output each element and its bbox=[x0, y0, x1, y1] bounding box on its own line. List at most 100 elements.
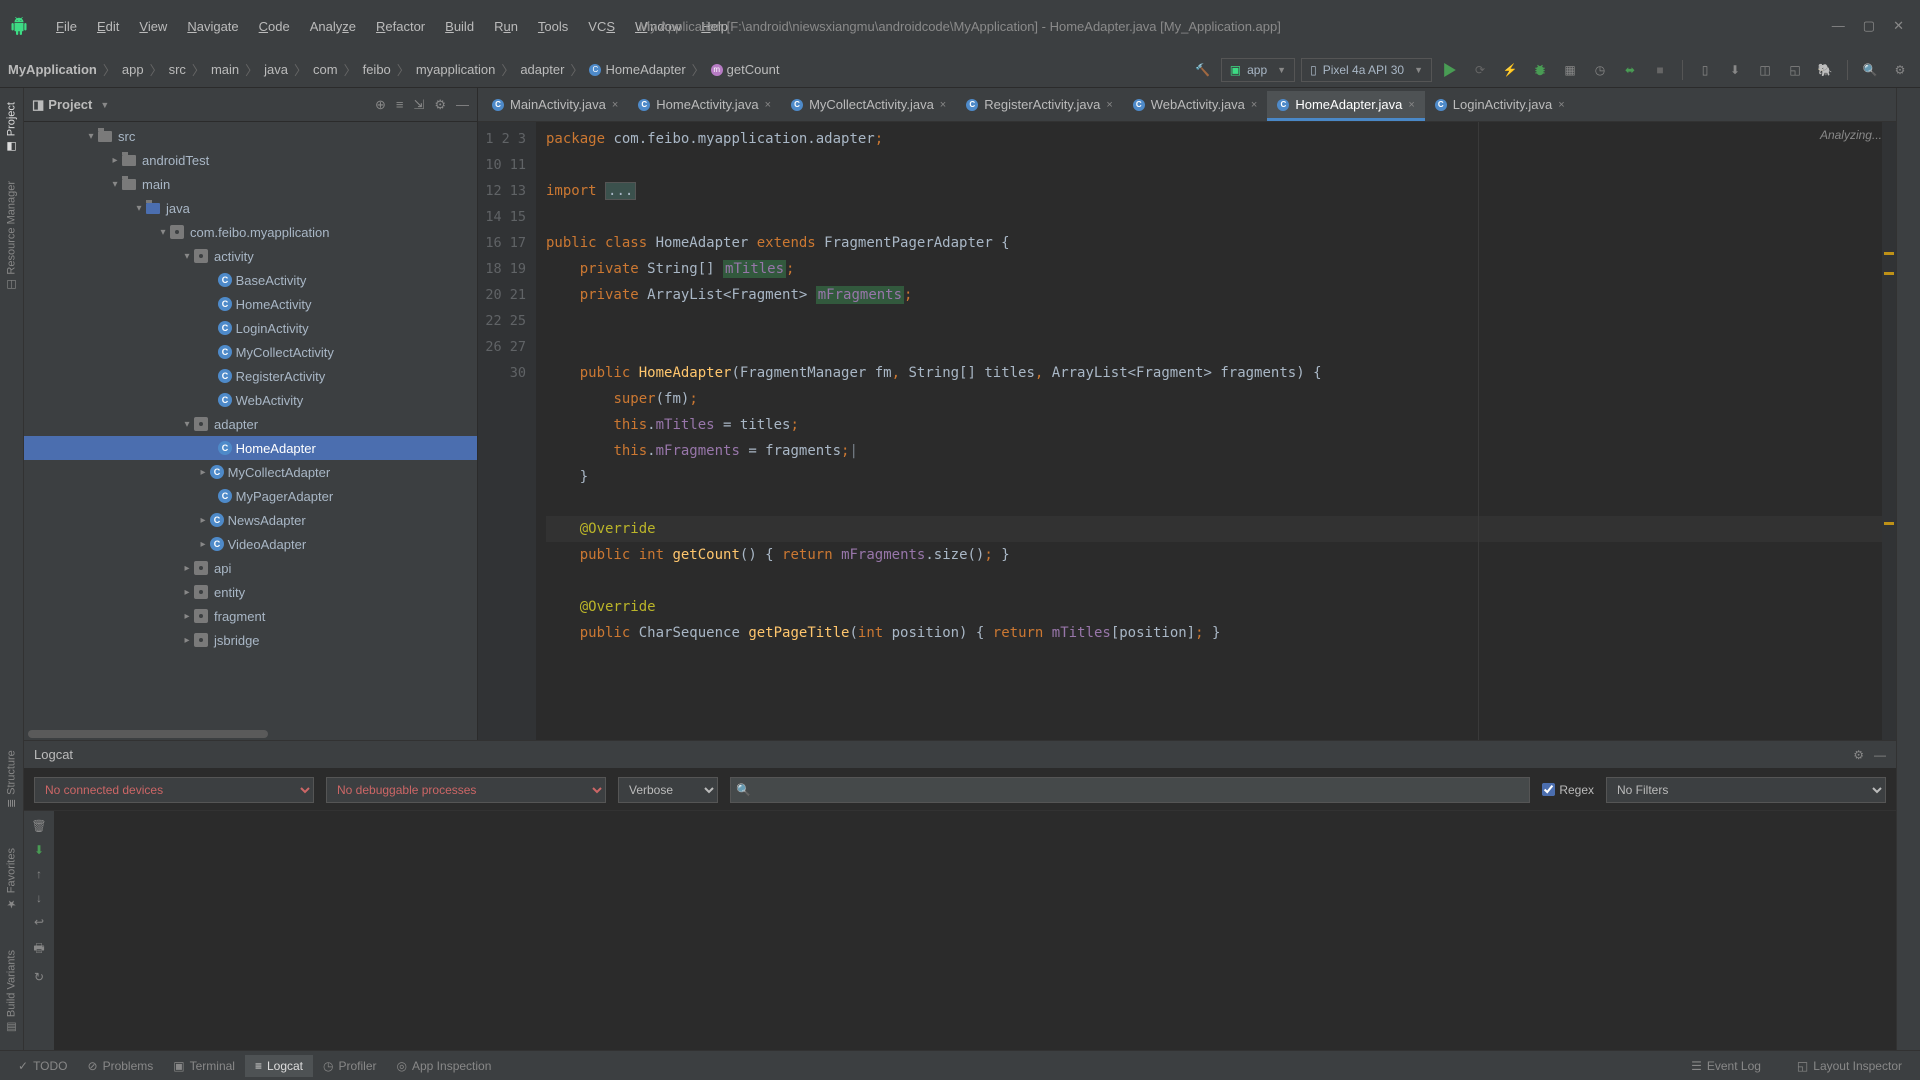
tab-registeractivity[interactable]: CRegisterActivity.java× bbox=[956, 91, 1123, 121]
print-icon[interactable]: 🖶 bbox=[33, 939, 44, 960]
sync-gradle-icon[interactable]: 🐘 bbox=[1813, 58, 1837, 82]
log-level-dropdown[interactable]: Verbose bbox=[618, 777, 718, 803]
menu-file[interactable]: File bbox=[46, 15, 87, 38]
tree-class-baseactivity[interactable]: C BaseActivity bbox=[24, 268, 477, 292]
collapse-all-icon[interactable]: ⇲ bbox=[413, 97, 424, 113]
tree-folder-main[interactable]: ▾main bbox=[24, 172, 477, 196]
tree-package[interactable]: ▾com.feibo.myapplication bbox=[24, 220, 477, 244]
menu-edit[interactable]: Edit bbox=[87, 15, 129, 38]
bc-method[interactable]: mgetCount bbox=[711, 62, 780, 77]
tree-class-mypageradapter[interactable]: C MyPagerAdapter bbox=[24, 484, 477, 508]
tree-class-videoadapter[interactable]: ▸C VideoAdapter bbox=[24, 532, 477, 556]
project-structure-icon[interactable]: ⚙ bbox=[1888, 58, 1912, 82]
logcat-settings-icon[interactable]: ⚙ bbox=[1853, 748, 1864, 762]
tree-class-homeactivity[interactable]: C HomeActivity bbox=[24, 292, 477, 316]
device-selector[interactable]: ▯ Pixel 4a API 30 ▼ bbox=[1301, 58, 1432, 82]
terminal-tab[interactable]: ▣Terminal bbox=[163, 1055, 245, 1077]
stop-button[interactable]: ■ bbox=[1648, 58, 1672, 82]
breadcrumb[interactable]: MyApplication〉 app〉 src〉 main〉 java〉 com… bbox=[8, 60, 779, 79]
bc-feibo[interactable]: feibo bbox=[363, 62, 391, 77]
attach-debugger-icon[interactable]: ⬌ bbox=[1618, 58, 1642, 82]
menu-refactor[interactable]: Refactor bbox=[366, 15, 435, 38]
tab-homeactivity[interactable]: CHomeActivity.java× bbox=[628, 91, 781, 121]
editor-body[interactable]: 1 2 3 10 11 12 13 14 15 16 17 18 19 20 2… bbox=[478, 122, 1896, 740]
menu-view[interactable]: View bbox=[129, 15, 177, 38]
bc-java[interactable]: java bbox=[264, 62, 288, 77]
code-content[interactable]: package com.feibo.myapplication.adapter;… bbox=[536, 122, 1896, 740]
hide-panel-icon[interactable]: — bbox=[456, 97, 469, 113]
bc-main[interactable]: main bbox=[211, 62, 239, 77]
layout-inspector-tab[interactable]: ◱Layout Inspector bbox=[1787, 1055, 1912, 1077]
restart-icon[interactable]: ↻ bbox=[34, 970, 44, 984]
build-hammer-icon[interactable]: 🔨 bbox=[1191, 58, 1215, 82]
layout-inspector-icon[interactable]: ◱ bbox=[1783, 58, 1807, 82]
todo-tab[interactable]: ✓TODO bbox=[8, 1055, 78, 1077]
run-button[interactable] bbox=[1438, 58, 1462, 82]
coverage-icon[interactable]: ▦ bbox=[1558, 58, 1582, 82]
process-dropdown[interactable]: No debuggable processes bbox=[326, 777, 606, 803]
profile-icon[interactable]: ◷ bbox=[1588, 58, 1612, 82]
tree-folder-adapter[interactable]: ▾adapter bbox=[24, 412, 477, 436]
problems-tab[interactable]: ⊘Problems bbox=[78, 1055, 164, 1077]
maximize-button[interactable]: ▢ bbox=[1863, 18, 1875, 34]
menu-tools[interactable]: Tools bbox=[528, 15, 578, 38]
event-log-tab[interactable]: ☰Event Log bbox=[1681, 1055, 1771, 1077]
filter-dropdown[interactable]: No Filters bbox=[1606, 777, 1886, 803]
tree-folder-androidtest[interactable]: ▸androidTest bbox=[24, 148, 477, 172]
tree-class-mycollectactivity[interactable]: C MyCollectActivity bbox=[24, 340, 477, 364]
tab-webactivity[interactable]: CWebActivity.java× bbox=[1123, 91, 1268, 121]
error-stripe[interactable] bbox=[1882, 122, 1896, 740]
project-tree[interactable]: ▾src ▸androidTest ▾main ▾java ▾com.feibo… bbox=[24, 122, 477, 728]
menu-build[interactable]: Build bbox=[435, 15, 484, 38]
tree-class-newsadapter[interactable]: ▸C NewsAdapter bbox=[24, 508, 477, 532]
tree-folder-src[interactable]: ▾src bbox=[24, 124, 477, 148]
tab-mainactivity[interactable]: CMainActivity.java× bbox=[482, 91, 628, 121]
logcat-search-input[interactable] bbox=[730, 777, 1530, 803]
expand-all-icon[interactable]: ≡ bbox=[396, 97, 404, 113]
bc-adapter[interactable]: adapter bbox=[520, 62, 564, 77]
minimize-button[interactable]: — bbox=[1832, 18, 1845, 34]
tree-folder-fragment[interactable]: ▸fragment bbox=[24, 604, 477, 628]
tree-class-mycollectadapter[interactable]: ▸C MyCollectAdapter bbox=[24, 460, 477, 484]
bc-project[interactable]: MyApplication bbox=[8, 62, 97, 77]
tree-folder-entity[interactable]: ▸entity bbox=[24, 580, 477, 604]
bc-app[interactable]: app bbox=[122, 62, 144, 77]
bc-src[interactable]: src bbox=[169, 62, 186, 77]
project-tool-button[interactable]: ◨Project bbox=[3, 98, 20, 157]
tab-homeadapter[interactable]: CHomeAdapter.java× bbox=[1267, 91, 1424, 121]
device-dropdown[interactable]: No connected devices bbox=[34, 777, 314, 803]
search-everywhere-icon[interactable]: 🔍 bbox=[1858, 58, 1882, 82]
project-hscrollbar[interactable] bbox=[24, 728, 477, 740]
locate-file-icon[interactable]: ⊕ bbox=[375, 97, 386, 113]
resource-manager-tool-button[interactable]: ◫Resource Manager bbox=[3, 177, 20, 296]
menu-analyze[interactable]: Analyze bbox=[300, 15, 366, 38]
resource-manager-icon[interactable]: ◫ bbox=[1753, 58, 1777, 82]
avd-manager-icon[interactable]: ▯ bbox=[1693, 58, 1717, 82]
tree-class-registeractivity[interactable]: C RegisterActivity bbox=[24, 364, 477, 388]
tree-class-webactivity[interactable]: C WebActivity bbox=[24, 388, 477, 412]
bc-myapp[interactable]: myapplication bbox=[416, 62, 496, 77]
up-icon[interactable]: ↑ bbox=[36, 867, 42, 881]
tab-mycollectactivity[interactable]: CMyCollectActivity.java× bbox=[781, 91, 956, 121]
clear-logcat-icon[interactable]: 🗑 bbox=[31, 819, 46, 833]
profiler-tab[interactable]: ◷Profiler bbox=[313, 1055, 387, 1077]
debug-button[interactable] bbox=[1528, 58, 1552, 82]
apply-changes-restart-icon[interactable]: ⟳ bbox=[1468, 58, 1492, 82]
tree-folder-activity[interactable]: ▾activity bbox=[24, 244, 477, 268]
close-button[interactable]: ✕ bbox=[1893, 18, 1904, 34]
bc-class[interactable]: CHomeAdapter bbox=[589, 62, 685, 77]
bc-com[interactable]: com bbox=[313, 62, 338, 77]
favorites-tool-button[interactable]: ★Favorites bbox=[3, 844, 20, 914]
structure-tool-button[interactable]: ≣Structure bbox=[3, 746, 20, 812]
menu-vcs[interactable]: VCS bbox=[578, 15, 625, 38]
tree-folder-api[interactable]: ▸api bbox=[24, 556, 477, 580]
logcat-hide-icon[interactable]: — bbox=[1874, 748, 1886, 762]
run-configuration-selector[interactable]: ▣ app ▼ bbox=[1221, 58, 1295, 82]
app-inspection-tab[interactable]: ◎App Inspection bbox=[387, 1055, 502, 1077]
menu-code[interactable]: Code bbox=[249, 15, 300, 38]
settings-icon[interactable]: ⚙ bbox=[434, 97, 446, 113]
tree-folder-jsbridge[interactable]: ▸jsbridge bbox=[24, 628, 477, 652]
logcat-tab[interactable]: ≡Logcat bbox=[245, 1055, 313, 1077]
tree-folder-java[interactable]: ▾java bbox=[24, 196, 477, 220]
scroll-end-icon[interactable]: ⬇ bbox=[34, 843, 44, 857]
